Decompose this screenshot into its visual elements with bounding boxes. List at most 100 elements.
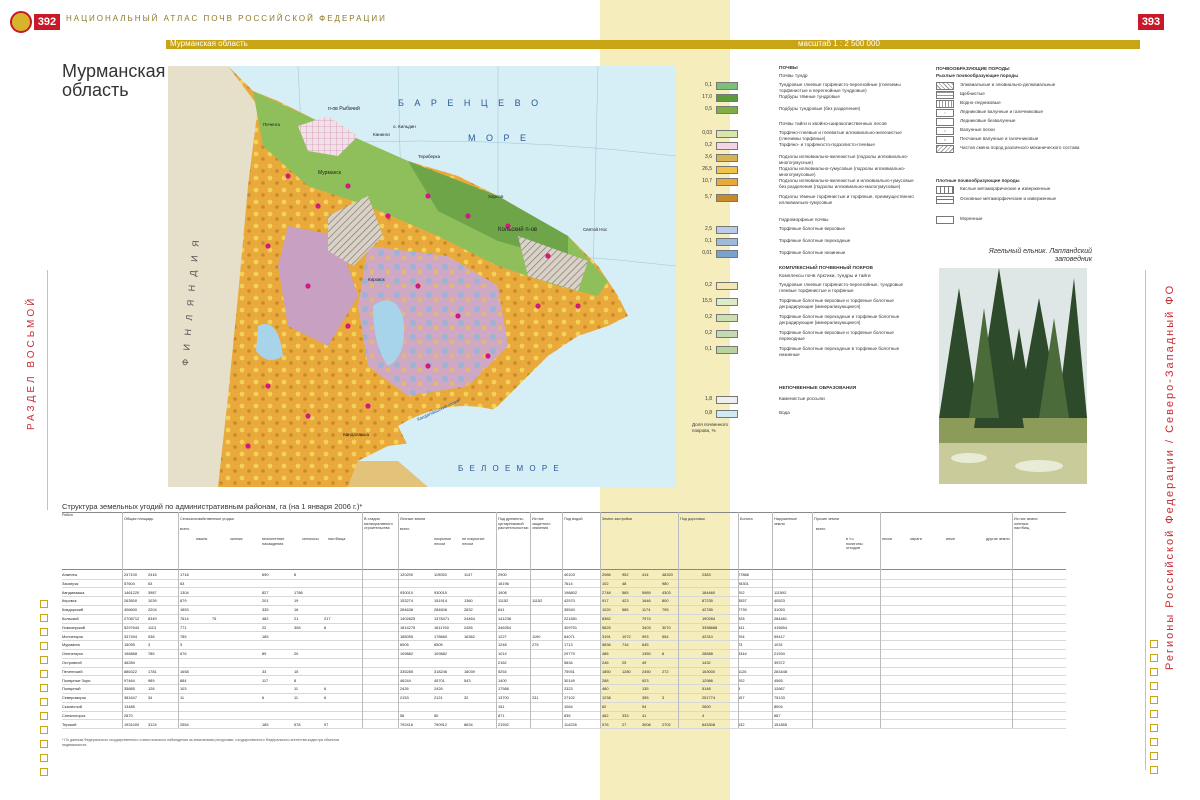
legend-swatch (936, 216, 954, 224)
table-divider (772, 512, 773, 728)
table-header-cell: Под дорогами (680, 517, 705, 521)
legend-swatch (936, 196, 954, 204)
district-name: Ковдорский (62, 607, 84, 613)
table-cell: 42310 (702, 633, 713, 639)
legend-text: Основные метаморфические и изверженные (960, 196, 1057, 201)
table-title: Структура земельных угодий по администра… (62, 502, 363, 511)
table-header-cell: Болота (740, 517, 753, 521)
table-cell: 1378471 (434, 616, 450, 621)
table-cell: 2323 (564, 686, 573, 692)
table-cell: 198802 (564, 589, 577, 595)
place-label: Мурманск (318, 170, 342, 176)
table-header-cell: пашня (196, 537, 208, 541)
table-cell: 75133 (774, 695, 785, 701)
table-cell: 1304 (180, 589, 189, 595)
land-use-table: Район Общая площадь Сельскохозяйственные у… (62, 512, 1066, 730)
decor-squares (40, 600, 50, 790)
district-name: Скалистый (62, 704, 82, 709)
place-label: о. Кильдин (393, 124, 416, 129)
legend-heading: КОМПЛЕКСНЫЙ ПОЧВЕННЫЙ ПОКРОВ (779, 266, 873, 271)
legend-value: 0,01 (702, 250, 712, 256)
legend-swatch (716, 282, 738, 290)
legend-row: 0,2 Торфяные болотные верховые и торфяные… (692, 330, 922, 341)
table-cell: 128 (148, 686, 155, 692)
map-title: Мурманская область (62, 61, 166, 100)
table-cell: 641 (498, 607, 505, 613)
legend-value: 0,1 (705, 238, 712, 244)
table-cell: 217 (324, 616, 331, 621)
table-header-cell: овраги (910, 537, 922, 541)
legend-subheading: Комплексы почв Арктики, тундры и тайги (779, 274, 871, 279)
decor-squares (1150, 640, 1160, 780)
place-label: Харлов (488, 194, 504, 199)
table-cell: 27868 (738, 572, 749, 577)
table-cell: 462 (602, 712, 609, 718)
table-cell: 33 (262, 668, 267, 674)
table-cell: 2600 (702, 704, 711, 709)
ribbon-scale: масштаб 1 : 2 500 000 (798, 39, 880, 48)
table-cell: 2748 (602, 589, 611, 595)
place-label: Канинги (373, 132, 390, 137)
legend-value: 0,1 (705, 346, 712, 352)
table-cell: 1350 (642, 651, 651, 657)
district-name: Кировск (62, 598, 77, 604)
table-cell: 119053 (434, 572, 447, 577)
legend-value: 17,0 (702, 94, 712, 100)
table-cell: 795 (662, 607, 669, 613)
legend-text: Частая смена пород различного механическ… (960, 145, 1080, 150)
table-divider (362, 512, 363, 728)
table-cell: 28588 (702, 651, 713, 657)
table-cell: 1280 (622, 668, 631, 674)
table-cell: 247100 (124, 572, 137, 577)
table-cell: 8344 (738, 651, 747, 657)
table-header-cell: Под водой (564, 517, 583, 521)
legend-row: Моренные (936, 216, 1096, 228)
legend-value: 0,1 (705, 82, 712, 88)
table-cell: 1360 (464, 598, 473, 604)
table-header-cell: Из них земли оленьих пастбищ (1014, 517, 1038, 531)
table-cell: 1020 (602, 607, 611, 613)
sea-label-more: М О Р Е (468, 133, 530, 143)
table-cell: 35540 (564, 607, 575, 613)
table-cell: 989 (148, 677, 155, 683)
table-cell: 5254 (498, 668, 507, 674)
table-cell: 221581 (564, 616, 577, 621)
table-cell: 318246 (434, 668, 447, 674)
table-cell: 11 (180, 695, 185, 701)
table-cell: 1432 (702, 660, 711, 665)
table-cell: 45701 (434, 677, 445, 683)
legend-value: 0,2 (705, 330, 712, 336)
table-cell: 8504 (774, 704, 783, 709)
legend-swatch (936, 82, 954, 90)
table-cell: 4303 (662, 589, 671, 595)
district-name: Полярные Зори (62, 677, 91, 683)
table-cell: 1850 (602, 668, 611, 674)
legend-row: 0,5 Подбуры тундровые (без разделения) (692, 106, 922, 116)
legend-text: Вода (779, 410, 790, 415)
district-name: Мурманск (62, 642, 80, 648)
table-cell: 993 (642, 633, 649, 639)
legend-text: Подбуры тундровые (без разделения) (779, 106, 861, 111)
table-cell: 283448 (774, 668, 787, 674)
table-cell: 46244 (400, 677, 411, 683)
legend-subheading: Гидроморфные почвы (779, 218, 829, 223)
table-cell: 6 (324, 695, 327, 701)
table-cell: 190284 (702, 616, 715, 621)
table-cell: 690 (262, 572, 269, 577)
table-header-cell: Общая площадь (124, 517, 154, 521)
legend-subheading: Почвы тайги и хвойно-широколиственных ле… (779, 122, 887, 127)
table-cell: 75 (212, 616, 217, 621)
table-cell: 2708712 (124, 616, 140, 621)
peninsula-label: п-ов Рыбачий (328, 105, 360, 112)
table-divider (122, 512, 123, 728)
table-cell: 6505 (400, 642, 409, 648)
legend-text: Торфяные болотные низинные (779, 250, 846, 255)
legend-text: Подзолы иллювиально-гумусовые (подзолы и… (779, 166, 906, 177)
table-cell: 5836 (602, 642, 611, 648)
table-cell: 8 (662, 651, 665, 657)
table-cell: 8362 (602, 616, 611, 621)
legend-swatch (716, 226, 738, 234)
table-header-cell: залежь (230, 537, 243, 541)
district-name: Ловозерский (62, 624, 85, 630)
region-ribbon: Мурманская область масштаб 1 : 2 500 000 (166, 39, 1140, 49)
